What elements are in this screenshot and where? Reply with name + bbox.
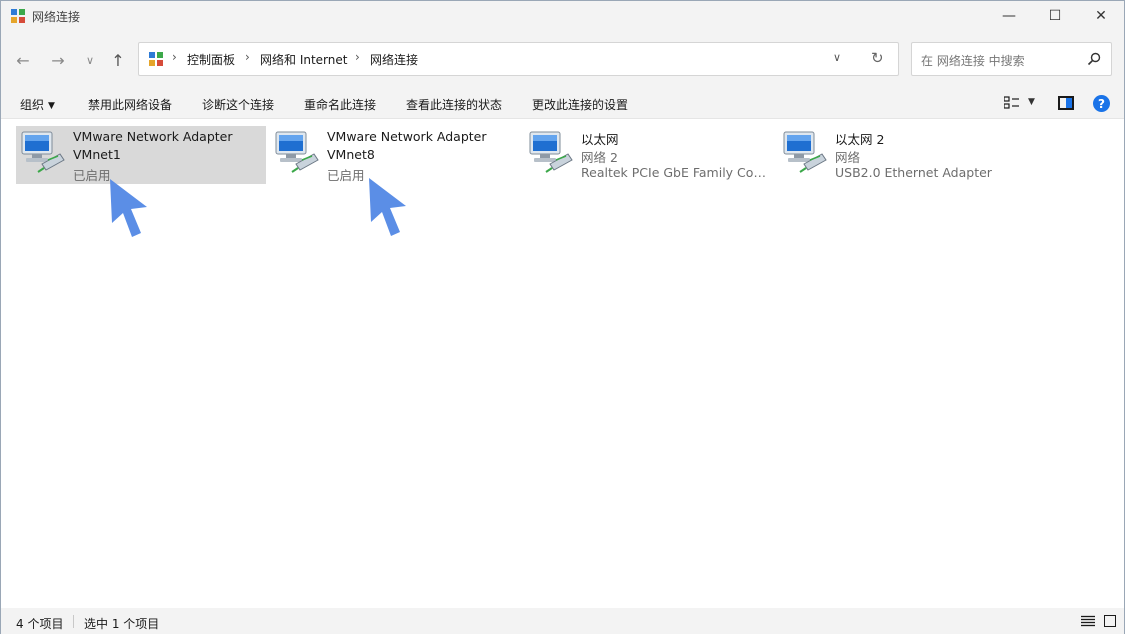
breadcrumb-network-connections[interactable]: 网络连接 <box>370 51 418 68</box>
adapter-status: 已启用 <box>327 168 365 183</box>
title-bar: 网络连接 — ☐ ✕ <box>1 1 1124 31</box>
back-button[interactable]: ← <box>12 49 34 71</box>
close-button[interactable]: ✕ <box>1078 1 1124 31</box>
large-icons-view-icon[interactable] <box>1104 615 1116 627</box>
adapter-item-ethernet-2[interactable]: 以太网 2 网络 USB2.0 Ethernet Adapter <box>778 126 1028 184</box>
address-bar[interactable]: › 控制面板 › 网络和 Internet › 网络连接 ∨ ↻ <box>138 42 899 76</box>
recent-locations-button[interactable]: ∨ <box>79 49 101 71</box>
adapter-status: 已启用 <box>73 168 111 183</box>
breadcrumb-separator[interactable]: › <box>245 50 250 64</box>
pointer-arrow-icon <box>369 178 406 236</box>
breadcrumb-separator[interactable]: › <box>172 50 177 64</box>
organize-menu[interactable]: 组织 ▼ <box>20 96 55 113</box>
rename-button[interactable]: 重命名此连接 <box>304 96 376 113</box>
network-adapter-icon <box>21 131 65 173</box>
adapter-network: VMnet8 <box>327 147 375 162</box>
command-bar: 组织 ▼ 禁用此网络设备 诊断这个连接 重命名此连接 查看此连接的状态 更改此连接… <box>1 87 1124 119</box>
network-connections-icon <box>11 9 25 23</box>
help-icon[interactable]: ? <box>1093 95 1110 112</box>
breadcrumb-control-panel[interactable]: 控制面板 <box>187 51 235 68</box>
diagnose-button[interactable]: 诊断这个连接 <box>202 96 274 113</box>
breadcrumb-network-internet[interactable]: 网络和 Internet <box>260 51 347 68</box>
view-status-button[interactable]: 查看此连接的状态 <box>406 96 502 113</box>
search-input[interactable]: 在 网络连接 中搜索 <box>921 52 1025 69</box>
status-divider <box>73 615 74 628</box>
pointer-arrow-icon <box>110 179 147 237</box>
network-adapter-icon <box>529 131 573 173</box>
adapter-network: 网络 2 <box>581 150 618 165</box>
details-view-icon[interactable] <box>1081 615 1095 627</box>
change-settings-button[interactable]: 更改此连接的设置 <box>532 96 628 113</box>
maximize-button[interactable]: ☐ <box>1032 1 1078 31</box>
adapter-network: VMnet1 <box>73 147 121 162</box>
view-options-caret-icon[interactable]: ▼ <box>1028 97 1035 107</box>
search-box[interactable]: 在 网络连接 中搜索 <box>911 42 1112 76</box>
navigation-bar: ← → ∨ ↑ › 控制面板 › 网络和 Internet › 网络连接 ∨ ↻… <box>1 31 1124 87</box>
search-icon[interactable] <box>1086 51 1102 67</box>
selected-count: 选中 1 个项目 <box>84 617 160 631</box>
window-title: 网络连接 <box>32 10 81 24</box>
control-panel-icon <box>149 52 163 66</box>
network-adapter-icon <box>783 131 827 173</box>
caret-down-icon: ▼ <box>48 101 55 111</box>
organize-label: 组织 <box>20 98 45 112</box>
minimize-button[interactable]: — <box>986 1 1032 31</box>
preview-pane-icon[interactable] <box>1058 96 1074 110</box>
adapter-item-vmnet1[interactable]: VMware Network Adapter VMnet1 已启用 <box>16 126 266 184</box>
refresh-icon[interactable]: ↻ <box>871 49 884 67</box>
adapter-list: VMware Network Adapter VMnet1 已启用 VMware… <box>1 120 1124 607</box>
adapter-network: 网络 <box>835 150 861 165</box>
adapter-name: 以太网 <box>581 132 619 147</box>
adapter-device: USB2.0 Ethernet Adapter <box>835 165 992 180</box>
adapter-item-ethernet[interactable]: 以太网 网络 2 Realtek PCIe GbE Family Contr..… <box>524 126 774 184</box>
adapter-name: VMware Network Adapter <box>327 129 487 144</box>
network-adapter-icon <box>275 131 319 173</box>
network-connections-window: 网络连接 — ☐ ✕ ← → ∨ ↑ › 控制面板 › 网络和 Internet… <box>0 0 1125 634</box>
address-history-dropdown[interactable]: ∨ <box>833 51 841 64</box>
adapter-name: 以太网 2 <box>835 132 885 147</box>
breadcrumb-separator[interactable]: › <box>355 50 360 64</box>
disable-device-button[interactable]: 禁用此网络设备 <box>88 96 172 113</box>
forward-button[interactable]: → <box>47 49 69 71</box>
item-count: 4 个项目 <box>16 617 64 631</box>
adapter-device: Realtek PCIe GbE Family Contr... <box>581 165 771 180</box>
change-view-icon[interactable] <box>1004 96 1020 110</box>
up-button[interactable]: ↑ <box>107 49 129 71</box>
adapter-name: VMware Network Adapter <box>73 129 233 144</box>
status-bar: 4 个项目 选中 1 个项目 <box>1 608 1124 634</box>
